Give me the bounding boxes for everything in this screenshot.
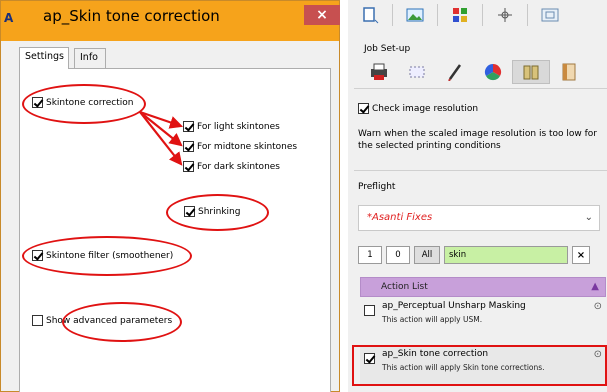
action-radio-icon[interactable]: ⊙: [594, 301, 602, 312]
action-checkbox[interactable]: [364, 305, 375, 316]
filter-row: 1 0 All skin ×: [358, 246, 590, 264]
preflight-label: Preflight: [358, 182, 396, 192]
action-search-input[interactable]: skin: [444, 246, 568, 264]
action-list-title: Action List: [381, 282, 428, 292]
tab-settings[interactable]: Settings: [19, 47, 69, 69]
top-toolbar: [358, 4, 562, 28]
swatches-icon[interactable]: [448, 4, 472, 26]
actions-book-icon[interactable]: [512, 60, 550, 84]
image-icon[interactable]: [403, 4, 427, 26]
document-icon[interactable]: [550, 60, 588, 84]
job-setup-panel: Job Set-up Check image resolution Warn w…: [348, 0, 607, 392]
action-list-header[interactable]: Action List ▲: [360, 277, 606, 297]
action-title: ap_Perceptual Unsharp Masking: [382, 301, 526, 311]
job-setup-label: Job Set-up: [364, 44, 411, 54]
checkbox-label: Check image resolution: [372, 103, 479, 114]
preflight-value: *Asanti Fixes: [367, 212, 433, 223]
printer-icon[interactable]: [360, 60, 398, 84]
filter-one-button[interactable]: 1: [358, 246, 382, 264]
color-wheel-icon[interactable]: [474, 60, 512, 84]
list-item[interactable]: ap_Perceptual Unsharp Masking This actio…: [360, 299, 606, 339]
crosshair-icon[interactable]: [493, 4, 517, 26]
crop-marks-icon[interactable]: [398, 60, 436, 84]
annotation-highlight-box: [352, 345, 607, 386]
preflight-dropdown[interactable]: *Asanti Fixes ⌄: [358, 205, 600, 231]
sort-up-icon[interactable]: ▲: [591, 281, 599, 292]
chevron-down-icon[interactable]: ⌄: [585, 212, 593, 223]
resolution-warning-text: Warn when the scaled image resolution is…: [358, 129, 597, 151]
job-setup-tabs: [360, 60, 607, 86]
page-icon[interactable]: [358, 4, 382, 26]
filter-zero-button[interactable]: 0: [386, 246, 410, 264]
clear-search-button[interactable]: ×: [572, 246, 590, 264]
frame-icon[interactable]: [538, 4, 562, 26]
filter-all-button[interactable]: All: [414, 246, 440, 264]
pen-icon[interactable]: [436, 60, 474, 84]
check-resolution-checkbox[interactable]: Check image resolution: [358, 103, 478, 114]
checkbox-box[interactable]: [358, 103, 369, 114]
action-description: This action will apply USM.: [382, 315, 483, 324]
